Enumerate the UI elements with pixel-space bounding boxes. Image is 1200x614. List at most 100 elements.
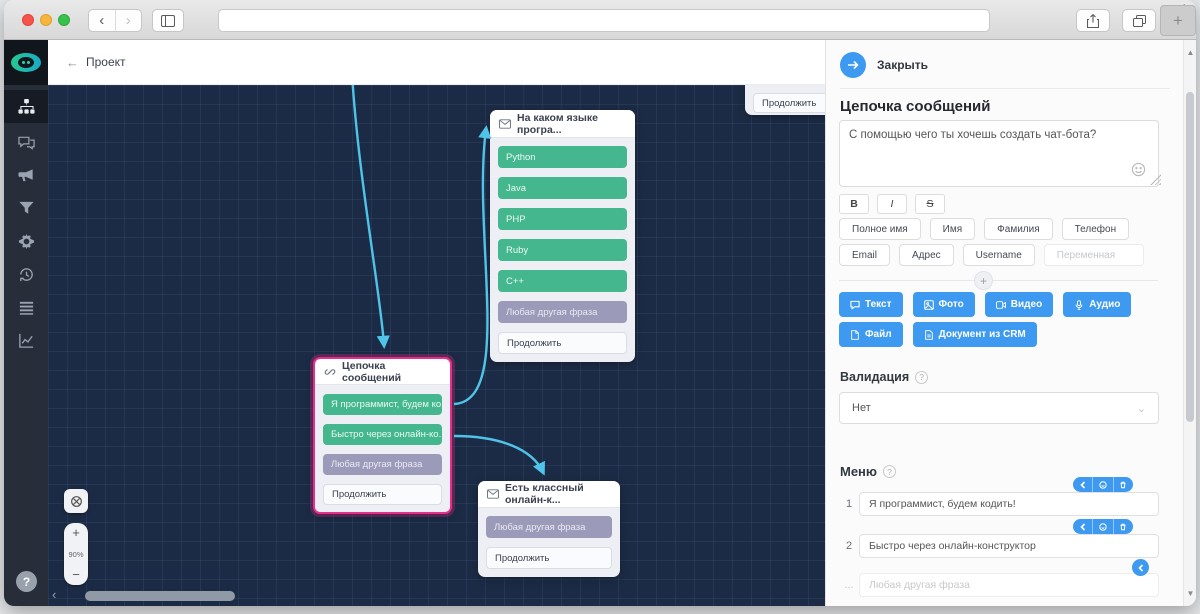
connection-arrows bbox=[48, 85, 825, 606]
microphone-icon bbox=[1074, 300, 1084, 310]
flow-node-languages[interactable]: На каком языке програ... Python Java PHP… bbox=[490, 110, 635, 362]
node-button[interactable]: Продолжить bbox=[323, 484, 442, 505]
back-to-project-link[interactable]: ← Проект bbox=[66, 55, 126, 70]
variable-chip-email[interactable]: Email bbox=[839, 244, 890, 266]
close-window-button[interactable] bbox=[22, 14, 34, 26]
scroll-down-arrow[interactable]: ▼ bbox=[1184, 589, 1196, 598]
sidebar-item-broadcast[interactable] bbox=[4, 159, 48, 192]
menu-item-input[interactable] bbox=[859, 492, 1159, 516]
variable-chip-lastname[interactable]: Фамилия bbox=[984, 218, 1052, 240]
horizontal-scrollbar[interactable] bbox=[85, 591, 235, 601]
variable-chips-row1: Полное имя Имя Фамилия Телефон bbox=[839, 218, 1129, 240]
node-header[interactable]: На каком языке програ... bbox=[490, 110, 635, 138]
add-block-button[interactable]: + bbox=[974, 271, 993, 290]
variable-chip-phone[interactable]: Телефон bbox=[1062, 218, 1129, 240]
flow-node-partial[interactable]: Продолжить bbox=[745, 85, 825, 115]
sidebar-item-list[interactable] bbox=[4, 291, 48, 324]
strikethrough-button[interactable]: S bbox=[915, 194, 945, 214]
zoom-in-button[interactable]: + bbox=[72, 527, 80, 539]
sidebar-item-history[interactable] bbox=[4, 258, 48, 291]
menu-item-input-new[interactable] bbox=[859, 573, 1159, 597]
node-button[interactable]: Я программист, будем ко... bbox=[323, 394, 442, 415]
add-crm-document-button[interactable]: Документ из CRM bbox=[913, 322, 1037, 347]
add-text-button[interactable]: Текст bbox=[839, 292, 903, 317]
sidebar-item-settings[interactable] bbox=[4, 225, 48, 258]
message-text-input[interactable]: С помощью чего ты хочешь создать чат-бот… bbox=[839, 120, 1159, 187]
fullscreen-window-button[interactable] bbox=[58, 14, 70, 26]
add-photo-button[interactable]: Фото bbox=[913, 292, 975, 317]
tabs-overview-button[interactable] bbox=[1122, 9, 1156, 32]
node-button[interactable]: Быстро через онлайн-ко... bbox=[323, 424, 442, 445]
list-icon bbox=[18, 299, 35, 316]
node-button[interactable]: Ruby bbox=[498, 239, 627, 261]
scrollbar-thumb[interactable] bbox=[1186, 92, 1194, 422]
forward-button[interactable]: › bbox=[115, 10, 142, 31]
panel-scrollbar[interactable]: ▲ ▼ bbox=[1183, 40, 1196, 606]
connect-button[interactable] bbox=[1073, 477, 1092, 492]
emoji-icon[interactable] bbox=[1131, 162, 1146, 177]
emoji-button[interactable] bbox=[1092, 519, 1112, 534]
help-button[interactable]: ? bbox=[16, 571, 37, 592]
node-button[interactable]: PHP bbox=[498, 208, 627, 230]
close-panel-button[interactable]: Закрыть bbox=[840, 52, 928, 78]
node-button[interactable]: Продолжить bbox=[486, 547, 612, 569]
delete-button[interactable] bbox=[1113, 519, 1133, 534]
share-button[interactable] bbox=[1076, 9, 1110, 32]
connect-button[interactable] bbox=[1073, 519, 1092, 534]
variable-chip-fullname[interactable]: Полное имя bbox=[839, 218, 921, 240]
add-file-button[interactable]: Файл bbox=[839, 322, 903, 347]
flow-canvas[interactable]: Продолжить На каком языке програ... Pyth… bbox=[48, 85, 825, 606]
help-circle-icon[interactable]: ? bbox=[915, 371, 928, 384]
sidebar-item-chats[interactable] bbox=[4, 126, 48, 159]
node-header[interactable]: Есть классный онлайн-к... bbox=[478, 481, 620, 508]
node-button[interactable]: Продолжить bbox=[498, 332, 627, 354]
properties-panel: Закрыть Цепочка сообщений С помощью чего… bbox=[825, 40, 1196, 606]
flow-node-online[interactable]: Есть классный онлайн-к... Любая другая ф… bbox=[478, 481, 620, 577]
menu-item-number: 1 bbox=[841, 498, 857, 510]
emoji-button[interactable] bbox=[1092, 477, 1112, 492]
node-button[interactable]: Python bbox=[498, 146, 627, 168]
scroll-up-arrow[interactable]: ▲ bbox=[1184, 48, 1196, 57]
variable-chip-custom[interactable]: Переменная bbox=[1044, 244, 1144, 266]
center-canvas-button[interactable] bbox=[64, 489, 88, 513]
connect-button[interactable] bbox=[1132, 559, 1149, 576]
add-audio-button[interactable]: Аудио bbox=[1063, 292, 1131, 317]
zoom-out-button[interactable]: − bbox=[72, 569, 80, 581]
eye-logo-icon bbox=[11, 53, 41, 72]
variable-chip-address[interactable]: Адрес bbox=[899, 244, 954, 266]
envelope-icon bbox=[487, 488, 499, 500]
menu-item-input[interactable] bbox=[859, 534, 1159, 558]
new-tab-button[interactable]: + bbox=[1160, 5, 1196, 36]
panel-title: Цепочка сообщений bbox=[840, 98, 991, 115]
sidebar-item-flow-builder[interactable] bbox=[4, 90, 48, 123]
node-button[interactable]: C++ bbox=[498, 270, 627, 292]
node-button[interactable]: Java bbox=[498, 177, 627, 199]
add-video-button[interactable]: Видео bbox=[985, 292, 1053, 317]
italic-button[interactable]: I bbox=[877, 194, 907, 214]
flow-node-chain-selected[interactable]: Цепочка сообщений Я программист, будем к… bbox=[313, 357, 452, 514]
node-button[interactable]: Любая другая фраза bbox=[323, 454, 442, 475]
delete-button[interactable] bbox=[1113, 477, 1133, 492]
node-header[interactable]: Цепочка сообщений bbox=[315, 359, 450, 385]
node-button[interactable]: Продолжить bbox=[753, 93, 825, 113]
menu-item-number: ... bbox=[841, 579, 857, 591]
url-bar[interactable] bbox=[218, 9, 990, 32]
sidebar-item-stats[interactable] bbox=[4, 324, 48, 357]
variable-chip-firstname[interactable]: Имя bbox=[930, 218, 975, 240]
back-button[interactable]: ‹ bbox=[89, 10, 115, 31]
nav-buttons: ‹ › bbox=[88, 9, 142, 32]
node-button[interactable]: Любая другая фраза bbox=[498, 301, 627, 323]
sidebar-icon bbox=[161, 15, 175, 27]
node-title: Цепочка сообщений bbox=[342, 360, 441, 384]
help-circle-icon[interactable]: ? bbox=[883, 465, 896, 478]
app-logo[interactable] bbox=[4, 40, 48, 85]
validation-select[interactable]: Нет ⌄ bbox=[839, 392, 1159, 424]
node-button[interactable]: Любая другая фраза bbox=[486, 516, 612, 538]
menu-item-actions bbox=[1073, 477, 1133, 492]
bold-button[interactable]: B bbox=[839, 194, 869, 214]
variable-chip-username[interactable]: Username bbox=[963, 244, 1035, 266]
text-bubble-icon bbox=[850, 300, 860, 310]
minimize-window-button[interactable] bbox=[40, 14, 52, 26]
browser-sidebar-button[interactable] bbox=[152, 9, 184, 32]
sidebar-item-filter[interactable] bbox=[4, 192, 48, 225]
